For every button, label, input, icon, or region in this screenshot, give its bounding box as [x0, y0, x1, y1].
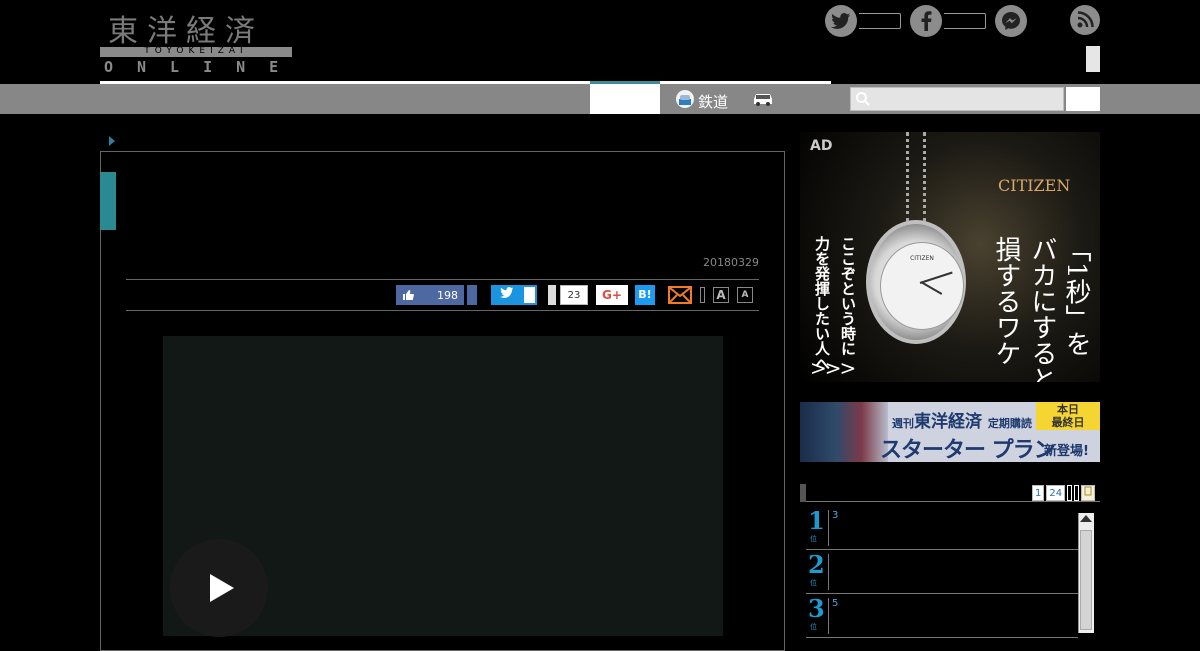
ad-brand: CITIZEN [998, 176, 1071, 195]
twitter-icon[interactable] [825, 5, 857, 37]
ranking-tab-24[interactable]: 24 [1046, 485, 1066, 501]
ad-sub-1: ここぞという時に [839, 236, 857, 356]
ad-headline-3: 損するワケ [991, 236, 1021, 366]
facebook-icon[interactable] [910, 5, 942, 37]
rss-icon[interactable] [1070, 5, 1100, 35]
badge-line-1: 本日 [1057, 403, 1079, 416]
article-date: 20180329 [703, 256, 759, 269]
ranking-tab-1[interactable]: 1 [1032, 485, 1045, 501]
site-logo[interactable]: 東洋経済 TOYOKEIZAI ONLINE [100, 6, 295, 76]
citizen-ad[interactable]: AD CITIZEN CITIZEN 「1秒」を バカにすると 損するワケ ここ… [800, 132, 1100, 382]
banner-plan: スターター プラン [880, 438, 1056, 462]
nav-tab-active[interactable] [590, 84, 660, 114]
ranking-item[interactable]: 2 位 [806, 550, 1078, 594]
facebook-like-button[interactable]: 198 [396, 285, 464, 305]
subscription-banner[interactable]: 週刊東洋経済 定期購読 スターター プラン 本日 最終日 新登場! [800, 402, 1100, 462]
ranking-item[interactable]: 3 位 5 [806, 594, 1078, 638]
car-icon[interactable] [751, 90, 775, 106]
share-count-edge [548, 285, 556, 305]
twitter-icon [500, 287, 514, 298]
share-count: 23 [560, 285, 588, 305]
tweet-count-box [522, 285, 537, 305]
tweet-button[interactable] [491, 285, 523, 305]
twitter-count-box [859, 13, 901, 29]
badge-line-2: 最終日 [1051, 416, 1085, 429]
ad-label: AD [810, 138, 833, 154]
ranking-tab-divider[interactable] [1067, 485, 1073, 501]
ad-sub-2: 力を発揮したい人へ [813, 236, 831, 371]
font-size-small-button[interactable]: A [737, 287, 753, 303]
facebook-count-box [944, 13, 986, 29]
share-divider-bottom [126, 310, 759, 311]
banner-title: 週刊東洋経済 定期購読 [892, 407, 1032, 432]
logo-online: ONLINE [104, 58, 303, 76]
logo-japanese: 東洋経済 [108, 14, 264, 49]
nav-rail-label: 鉄道 [698, 92, 729, 111]
rank-number: 1 [808, 506, 825, 535]
logo-roman: TOYOKEIZAI [144, 46, 248, 56]
banner-subscribe: 定期購読 [987, 417, 1032, 430]
messenger-icon[interactable] [995, 5, 1027, 37]
title-accent-bar [100, 172, 116, 230]
like-count: 198 [437, 288, 458, 302]
rank-text: 3 [832, 510, 839, 521]
facebook-share-button[interactable] [467, 285, 477, 305]
ranking-header-edge [800, 484, 806, 502]
rank-number: 2 [808, 550, 825, 579]
scroll-up-arrow-icon[interactable] [1080, 515, 1092, 522]
ranking-tab-divider[interactable] [1074, 485, 1080, 501]
banner-brand: 東洋経済 [914, 412, 982, 432]
rank-number: 3 [808, 594, 825, 623]
rank-unit: 位 [810, 623, 817, 631]
ranking-item[interactable]: 1 位 3 [806, 506, 1078, 550]
scroll-thumb[interactable] [1080, 530, 1092, 630]
magazine-covers-image [800, 402, 888, 462]
breadcrumb-arrow-icon [109, 136, 115, 146]
banner-weekly: 週刊 [892, 417, 914, 430]
ad-arrows: >>> [810, 356, 856, 380]
rank-divider [828, 598, 829, 634]
rank-unit: 位 [810, 579, 817, 587]
rank-unit: 位 [810, 535, 817, 543]
rank-divider [828, 554, 829, 590]
nav-tab-rail[interactable]: 鉄道 [676, 90, 728, 112]
mail-icon[interactable] [668, 286, 692, 304]
search-input[interactable] [850, 87, 1064, 111]
search-icon [856, 92, 870, 106]
print-button[interactable] [700, 287, 705, 303]
thumbs-up-icon [403, 290, 414, 300]
banner-new: 新登場! [1044, 444, 1089, 459]
rank-divider [828, 510, 829, 546]
watch-chain [906, 132, 926, 222]
hatena-bookmark-button[interactable]: B! [635, 285, 655, 305]
banner-badge: 本日 最終日 [1036, 402, 1100, 430]
watch-face: CITIZEN [880, 242, 964, 330]
play-icon [210, 574, 234, 602]
search-button[interactable] [1066, 87, 1100, 111]
share-divider-top [126, 279, 759, 280]
ad-headline-1: 「1秒」を [1061, 236, 1091, 357]
ranking-tabs: 1 24 [1032, 485, 1096, 501]
ranking-tab-icon[interactable] [1081, 485, 1096, 501]
rank-text: 5 [832, 598, 839, 609]
font-size-large-button[interactable]: A [713, 287, 729, 303]
google-plus-button[interactable]: G+ [596, 285, 628, 305]
user-menu-tab[interactable] [1086, 46, 1100, 72]
train-icon [676, 90, 694, 112]
watch-brand: CITIZEN [910, 255, 934, 262]
ad-headline-2: バカにすると [1027, 236, 1057, 382]
